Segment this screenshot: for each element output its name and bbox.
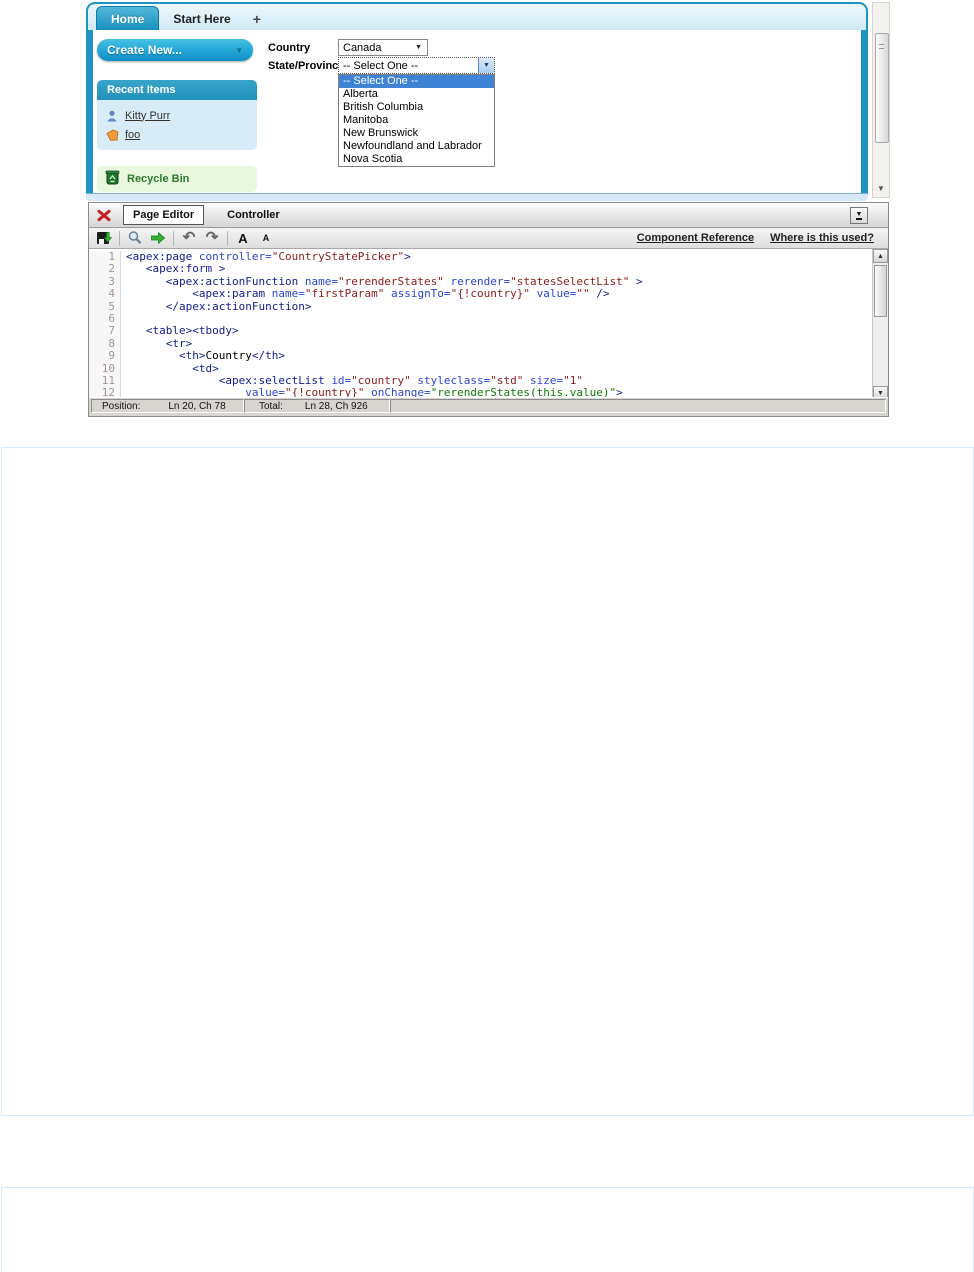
state-province-label: State/Province	[268, 60, 345, 72]
save-icon[interactable]	[96, 230, 112, 246]
dropdown-option[interactable]: -- Select One --	[339, 75, 494, 88]
recycle-bin-link[interactable]: Recycle Bin	[97, 166, 257, 192]
tab-add[interactable]: +	[245, 7, 269, 30]
position-value: Ln 20, Ch 78	[168, 400, 226, 412]
country-select-value: Canada	[343, 41, 382, 54]
dropdown-option[interactable]: Alberta	[339, 88, 494, 101]
editor-toolbar: ↶ ↷ A A Component Reference Where is thi…	[89, 228, 888, 249]
total-value: Ln 28, Ch 926	[304, 400, 368, 412]
code-line[interactable]: 7 <table><tbody>	[89, 325, 872, 338]
status-empty	[390, 399, 886, 413]
redo-icon[interactable]: ↷	[204, 230, 220, 246]
create-new-button[interactable]: Create New... ▼	[97, 39, 253, 61]
tab-home[interactable]: Home	[96, 6, 160, 30]
editor-statusbar: Position: Ln 20, Ch 78 Total: Ln 28, Ch …	[89, 397, 888, 416]
recycle-bin-icon	[105, 169, 120, 190]
line-number: 5	[89, 300, 121, 314]
state-options-list: -- Select One -- Alberta British Columbia M…	[338, 74, 495, 167]
person-icon	[107, 110, 117, 121]
line-number: 9	[89, 349, 121, 363]
font-smaller-icon[interactable]: A	[258, 230, 274, 246]
recent-items-header: Recent Items	[97, 80, 257, 100]
line-number: 6	[89, 312, 121, 326]
undo-icon[interactable]: ↶	[181, 230, 197, 246]
font-larger-icon[interactable]: A	[235, 230, 251, 246]
total-label: Total:	[259, 400, 283, 412]
code-line[interactable]: 5 </apex:actionFunction>	[89, 299, 872, 314]
page-editor-panel: Page Editor Controller ▼ ↶ ↷ A A Compone…	[88, 202, 889, 417]
content-placeholder-1	[1, 447, 974, 1116]
line-number: 8	[89, 337, 121, 351]
code-lines: 1 <apex:page controller="CountryStatePick…	[89, 250, 872, 400]
code-scrollbar[interactable]: ▲ ▼	[872, 249, 888, 400]
screen: Home Start Here + Create New... ▼ Recent…	[0, 0, 974, 1272]
list-item: Kitty Purr	[106, 106, 257, 125]
tab-controller[interactable]: Controller	[218, 206, 289, 224]
toolbar-separator	[227, 230, 228, 246]
position-label: Position:	[102, 400, 141, 412]
line-number: 7	[89, 325, 121, 338]
chevron-down-icon: ▼	[235, 45, 243, 55]
line-number: 4	[89, 287, 121, 301]
country-label: Country	[268, 42, 311, 54]
editor-links: Component Reference Where is this used?	[637, 232, 888, 244]
browser-content: Create New... ▼ Recent Items Kitty Purr f…	[86, 30, 868, 193]
component-reference-link[interactable]: Component Reference	[637, 232, 754, 244]
chevron-down-icon: ▼	[415, 44, 422, 51]
dropdown-option[interactable]: Manitoba	[339, 114, 494, 127]
browser-panel-bottom	[86, 193, 868, 201]
recycle-bin-label: Recycle Bin	[127, 173, 190, 185]
recent-item-link[interactable]: foo	[125, 129, 140, 141]
go-to-line-icon[interactable]	[150, 230, 166, 246]
tag-icon	[106, 129, 119, 141]
line-number: 2	[89, 262, 121, 276]
browser-scrollbar[interactable]: ▼	[872, 2, 890, 198]
status-position: Position: Ln 20, Ch 78	[91, 399, 244, 413]
dropdown-button-icon[interactable]: ▼	[478, 58, 494, 73]
line-number: 3	[89, 275, 121, 289]
collapse-editor-button[interactable]: ▼	[850, 207, 868, 224]
search-icon[interactable]	[127, 230, 143, 246]
dropdown-option[interactable]: Newfoundland and Labrador	[339, 140, 494, 153]
dropdown-option[interactable]: Nova Scotia	[339, 153, 494, 166]
scroll-down-icon[interactable]: ▼	[877, 185, 885, 193]
code-text: </apex:actionFunction>	[165, 299, 312, 313]
state-province-select[interactable]: -- Select One -- ▼	[338, 57, 495, 74]
toolbar-separator	[119, 230, 120, 246]
content-placeholder-2	[1, 1187, 974, 1272]
code-editor[interactable]: 1 <apex:page controller="CountryStatePick…	[89, 249, 888, 400]
editor-tabbar: Page Editor Controller ▼	[89, 203, 888, 228]
scroll-up-icon[interactable]: ▲	[873, 249, 888, 263]
recent-item-link[interactable]: Kitty Purr	[125, 110, 170, 122]
state-select-value: -- Select One --	[343, 59, 419, 72]
collapse-icon: ▼	[855, 211, 863, 220]
toolbar-separator	[173, 230, 174, 246]
tab-start-here[interactable]: Start Here	[159, 7, 244, 30]
dropdown-option[interactable]: British Columbia	[339, 101, 494, 114]
dropdown-option[interactable]: New Brunswick	[339, 127, 494, 140]
recent-items-list: Kitty Purr foo	[97, 100, 257, 150]
line-number: 1	[89, 250, 121, 264]
tab-page-editor[interactable]: Page Editor	[123, 205, 205, 225]
create-new-label: Create New...	[107, 43, 182, 57]
scrollbar-thumb[interactable]	[875, 33, 889, 143]
close-icon[interactable]	[96, 208, 112, 222]
where-is-this-used-link[interactable]: Where is this used?	[770, 232, 874, 244]
list-item: foo	[106, 125, 257, 144]
country-select[interactable]: Canada ▼	[338, 39, 428, 56]
status-total: Total: Ln 28, Ch 926	[244, 399, 390, 413]
scrollbar-thumb[interactable]	[874, 265, 887, 317]
browser-tabstrip: Home Start Here +	[86, 2, 868, 30]
